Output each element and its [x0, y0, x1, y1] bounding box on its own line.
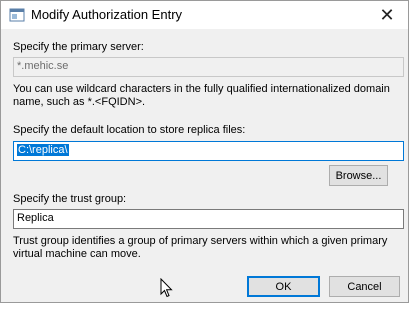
primary-server-help: You can use wildcard characters in the f… — [13, 83, 390, 108]
background-strip — [0, 303, 409, 309]
browse-button[interactable]: Browse... — [329, 165, 388, 186]
trust-group-help: Trust group identifies a group of primar… — [13, 235, 388, 260]
trust-group-value: Replica — [17, 212, 54, 224]
modify-authorization-dialog: Modify Authorization Entry ✕ Specify the… — [0, 0, 409, 303]
window-app-icon — [9, 8, 25, 22]
primary-server-value: *.mehic.se — [17, 60, 69, 72]
close-icon: ✕ — [379, 4, 395, 25]
replica-location-label: Specify the default location to store re… — [13, 124, 246, 136]
title-bar[interactable]: Modify Authorization Entry ✕ — [1, 1, 408, 29]
ok-button[interactable]: OK — [247, 276, 320, 297]
window-title: Modify Authorization Entry — [31, 7, 183, 22]
replica-location-input[interactable]: C:\replica\ — [13, 141, 404, 161]
primary-server-field: *.mehic.se — [13, 57, 404, 77]
cancel-button[interactable]: Cancel — [329, 276, 400, 297]
replica-location-value: C:\replica\ — [17, 144, 69, 156]
trust-group-input[interactable]: Replica — [13, 209, 404, 229]
close-button[interactable]: ✕ — [372, 3, 402, 27]
mouse-pointer-icon — [160, 278, 173, 298]
primary-server-label: Specify the primary server: — [13, 41, 144, 53]
trust-group-label: Specify the trust group: — [13, 193, 127, 205]
